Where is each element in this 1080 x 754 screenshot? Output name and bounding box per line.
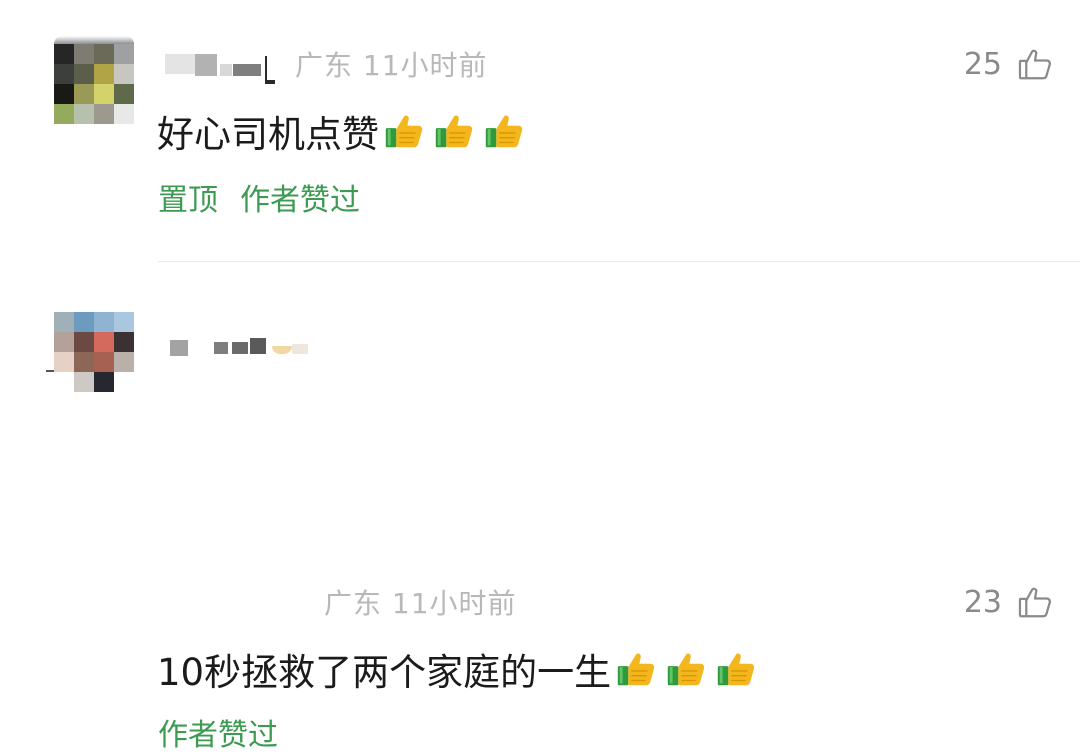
like-control[interactable]: 23 [964,583,1054,621]
comment-text: 好心司机点赞 [157,104,527,158]
comment-time: 11小时前 [391,587,517,620]
avatar-edge [54,36,134,44]
comment-actions: 置顶 作者赞过 [158,175,360,219]
comment-actions: 作者赞过 [158,710,278,754]
like-count: 23 [963,584,1002,620]
thumbs-up-emoji-icon [435,115,473,148]
nickname-obscured[interactable] [170,328,310,364]
thumbs-up-outline-icon[interactable] [1016,583,1054,621]
comment-text-content: 好心司机点赞 [157,113,379,156]
comment-text-content: 10秒拯救了两个家庭的一生 [157,651,612,694]
comment-text: 10秒拯救了两个家庭的一生 [157,642,759,696]
thumbs-up-emoji-icon [485,115,523,148]
comment-item: 广东 11小时前 25 好心司机点赞 置顶 作者赞过 [0,0,1080,262]
comment-location: 广东 [295,49,354,82]
avatar-edge-mark [46,370,54,372]
like-control[interactable]: 25 [964,45,1054,83]
comment-meta: 广东 11小时前 [324,582,517,622]
like-count: 25 [963,46,1002,82]
nickname-obscured[interactable] [165,48,285,84]
comment-item: 广东 11小时前 23 10秒拯救了两个家庭的一生 作者赞过 [0,262,1080,753]
comment-time: 11小时前 [362,49,488,82]
comment-location: 广东 [324,587,383,620]
pin-action[interactable]: 置顶 [158,175,218,219]
author-liked-label: 作者赞过 [240,183,360,218]
thumbs-up-emoji-icon [717,653,755,686]
avatar[interactable] [54,312,134,392]
thumbs-up-emoji-icon [617,653,655,686]
author-liked-label: 作者赞过 [158,718,278,753]
comment-meta: 广东 11小时前 [295,44,488,84]
thumbs-up-emoji-icon [667,653,705,686]
thumbs-emoji-group [613,646,759,692]
avatar[interactable] [54,44,134,124]
thumbs-emoji-group [381,108,527,154]
thumbs-up-outline-icon[interactable] [1016,45,1054,83]
thumbs-up-emoji-icon [385,115,423,148]
